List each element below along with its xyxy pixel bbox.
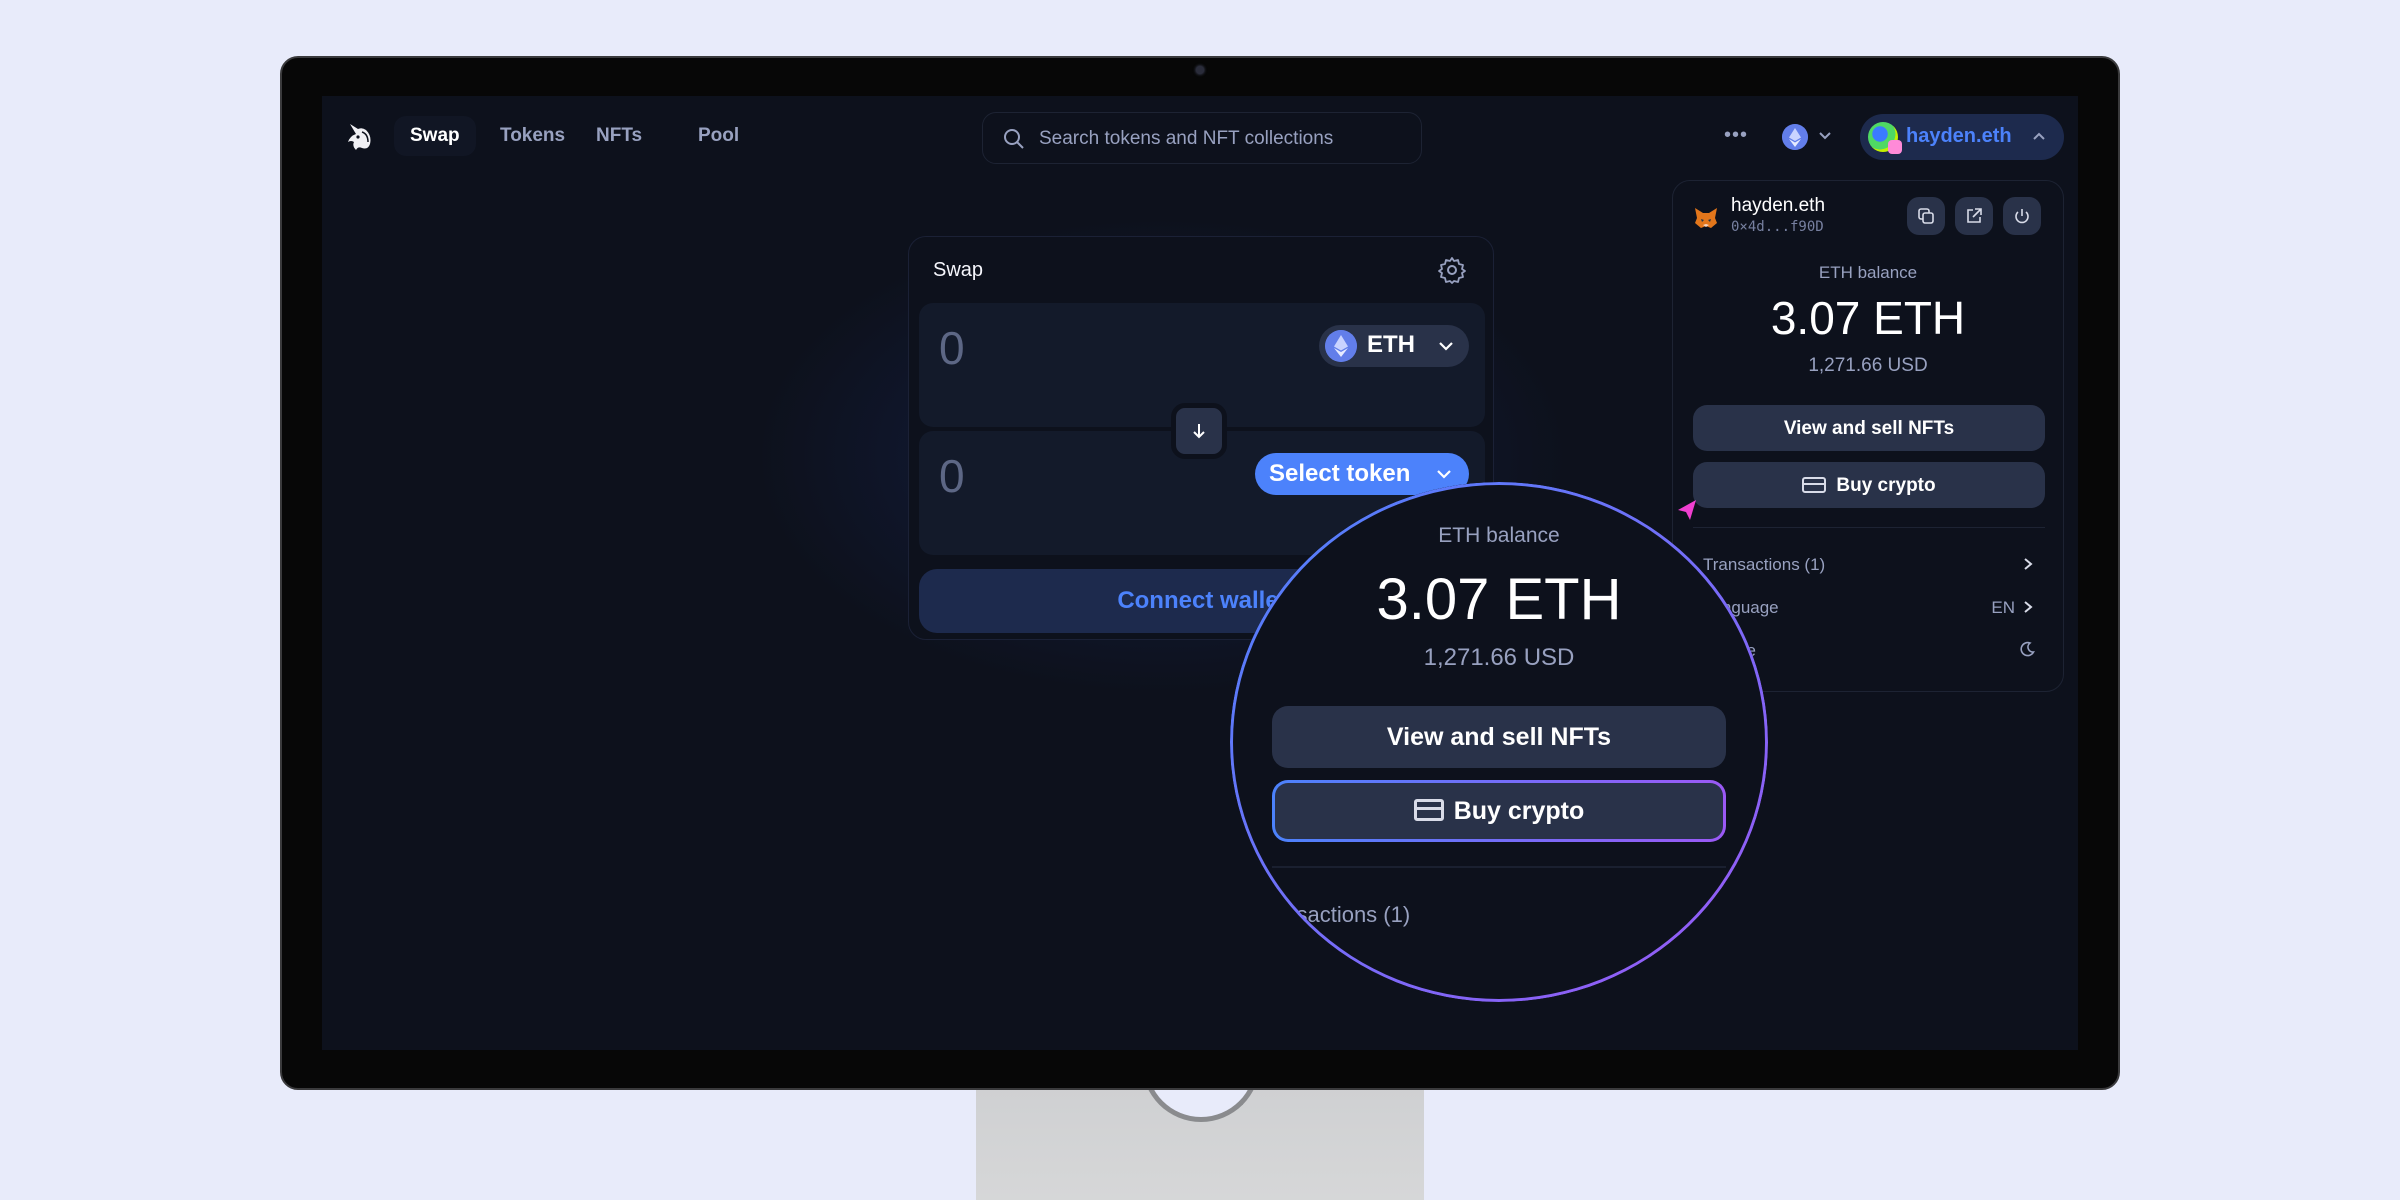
account-name: hayden.eth (1906, 125, 2012, 147)
account-button[interactable]: hayden.eth (1860, 114, 2064, 160)
copy-icon (1918, 208, 1934, 224)
wallet-name: hayden.eth (1731, 195, 1826, 216)
zoom-buy-crypto-label: Buy crypto (1453, 797, 1585, 825)
view-sell-nfts-label: View and sell NFTs (1783, 418, 1955, 439)
usd-balance: 1,271.66 USD (1808, 355, 1928, 376)
output-amount[interactable]: 0 (939, 449, 965, 503)
chevron-down-icon[interactable] (1816, 126, 1834, 144)
switch-direction-button[interactable] (1171, 403, 1227, 459)
zoom-view-sell-nfts-label: View and sell NFTs (1386, 723, 1612, 751)
nav-nfts[interactable]: NFTs (580, 116, 658, 156)
arrow-down-icon (1193, 424, 1205, 439)
wallet-address[interactable]: 0×4d...f90D (1731, 219, 1824, 235)
language-value: EN (1991, 598, 2015, 617)
search-icon (1004, 129, 1024, 149)
credit-card-icon (1802, 477, 1827, 493)
input-amount[interactable]: 0 (939, 321, 965, 375)
eth-balance: 3.07 ETH (1770, 292, 1966, 344)
buy-crypto-button[interactable]: Buy crypto (1693, 462, 2045, 508)
nav-pool[interactable]: Pool (682, 116, 755, 156)
zoom-balance-label: ETH balance (1438, 524, 1560, 547)
search-placeholder: Search tokens and NFT collections (1039, 128, 1334, 149)
settings-gear-icon[interactable] (1437, 255, 1467, 285)
credit-card-icon (1413, 799, 1444, 821)
input-token-selector[interactable]: ETH (1319, 325, 1469, 367)
view-sell-nfts-button[interactable]: View and sell NFTs (1693, 405, 2045, 451)
disconnect-button[interactable] (2003, 197, 2041, 235)
input-token-label: ETH (1367, 331, 1415, 358)
zoom-view-sell-nfts-button[interactable]: View and sell NFTs (1272, 706, 1726, 768)
chevron-right-icon (2024, 558, 2033, 570)
nav-tokens[interactable]: Tokens (484, 116, 581, 156)
buy-crypto-label: Buy crypto (1836, 475, 1936, 496)
more-menu-icon[interactable]: ••• (1724, 124, 1748, 147)
swap-title: Swap (933, 259, 984, 281)
external-link-icon (1967, 208, 1982, 223)
screen: Swap Tokens NFTs Pool Search tokens and … (322, 96, 2078, 1050)
chevron-down-icon (1437, 470, 1451, 479)
explorer-link-button[interactable] (1955, 197, 1993, 235)
balance-label: ETH balance (1818, 263, 1918, 282)
chevron-right-icon (2024, 601, 2033, 613)
chevron-up-icon (2033, 132, 2045, 140)
zoom-usd-balance: 1,271.66 USD (1423, 644, 1575, 671)
zoom-eth-balance: 3.07 ETH (1376, 567, 1622, 632)
avatar-badge-icon (1888, 140, 1902, 154)
copy-address-button[interactable] (1907, 197, 1945, 235)
zoom-transactions-row: ansactions (1) (1272, 902, 1411, 927)
camera-icon (1196, 66, 1204, 74)
eth-token-icon (1325, 330, 1357, 362)
metamask-fox-icon (1695, 208, 1717, 228)
power-icon (2015, 209, 2029, 224)
zoom-divider (1272, 866, 1726, 868)
select-token-label: Select token (1269, 460, 1411, 487)
chevron-down-icon (1439, 342, 1453, 351)
zoom-buy-crypto-button[interactable]: Buy crypto (1272, 780, 1726, 842)
search-input[interactable]: Search tokens and NFT collections (982, 112, 1422, 164)
nav-swap[interactable]: Swap (394, 116, 476, 156)
uniswap-logo-icon[interactable] (342, 120, 376, 154)
ethereum-network-icon[interactable] (1782, 124, 1808, 150)
moon-icon[interactable] (2019, 641, 2035, 657)
magnifier-lens: ETH balance 3.07 ETH 1,271.66 USD View a… (1230, 482, 1768, 1002)
top-nav: Swap Tokens NFTs Pool Search tokens and … (322, 96, 2078, 176)
